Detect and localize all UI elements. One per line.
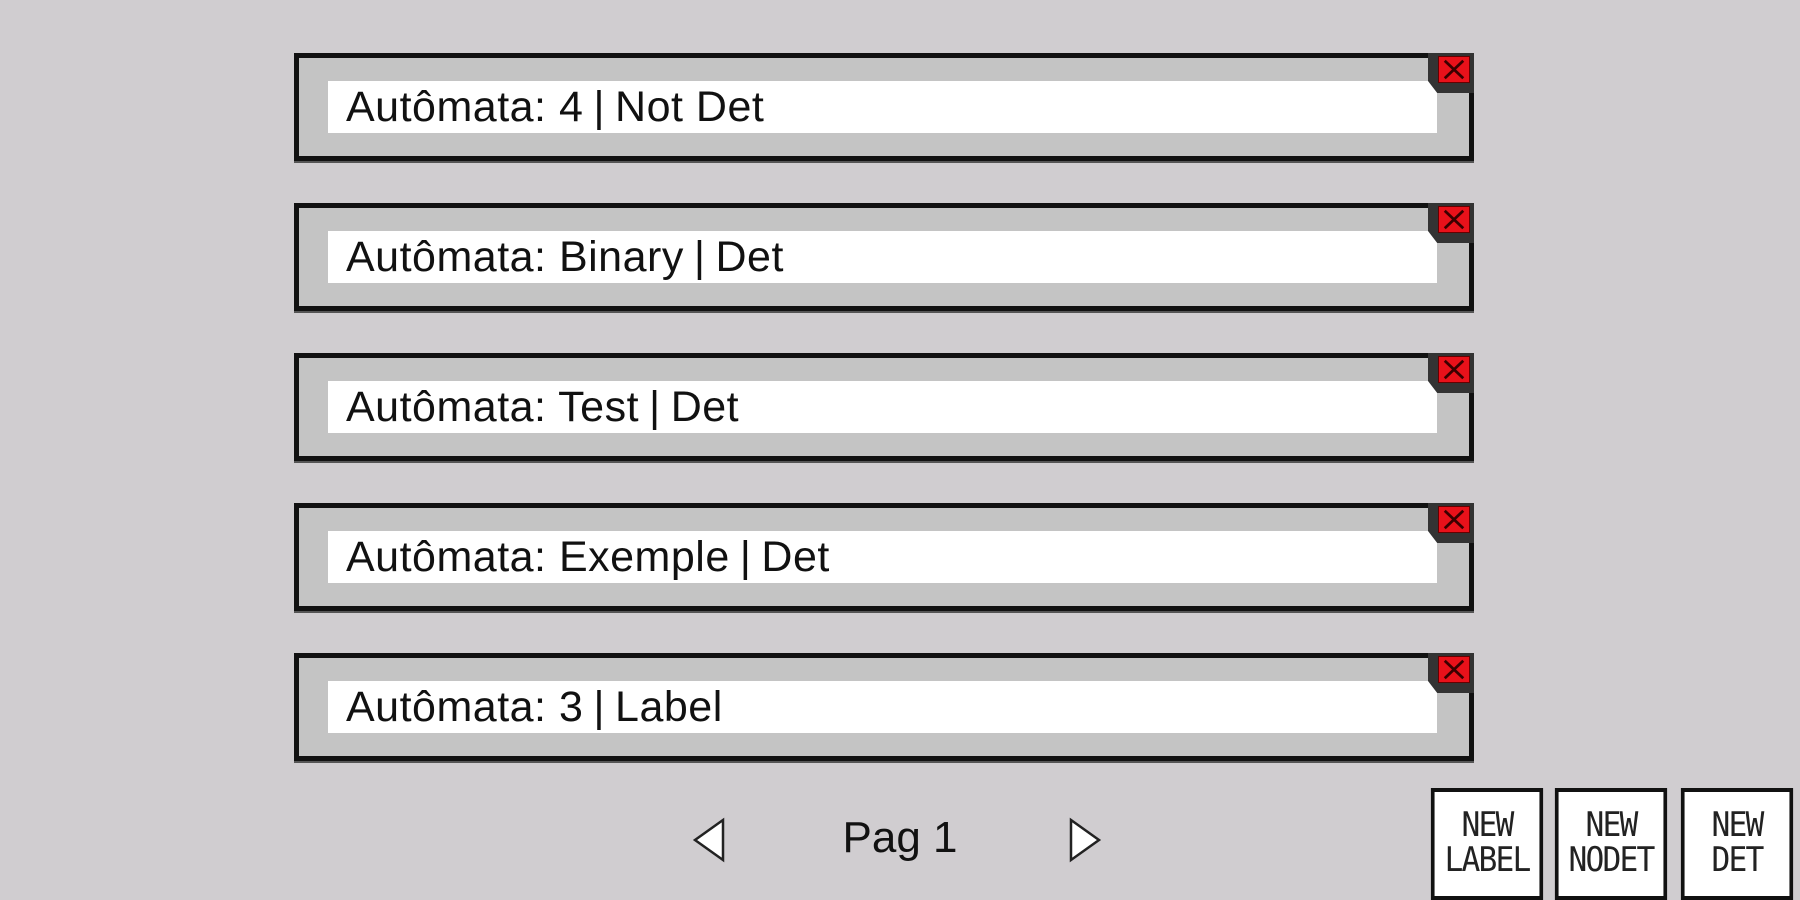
new-nodet-line2: NODET — [1568, 840, 1656, 880]
separator: | — [649, 382, 661, 431]
new-nodet-button[interactable]: NEW NODET — [1554, 788, 1668, 900]
new-det-line2: DET — [1711, 840, 1764, 880]
new-label-line1: NEW — [1461, 805, 1514, 845]
delete-button[interactable] — [1428, 53, 1474, 93]
automaton-type: Label — [615, 682, 723, 731]
next-page-button[interactable] — [1064, 817, 1104, 863]
delete-button[interactable] — [1428, 503, 1474, 543]
new-label-button[interactable]: NEW LABEL — [1430, 788, 1544, 900]
page-label: Pag 1 — [842, 813, 958, 862]
automaton-label: Autômata: Binary — [346, 232, 684, 281]
automaton-item[interactable]: Autômata: Test | Det — [294, 353, 1474, 461]
separator: | — [593, 682, 606, 731]
automaton-type: Not Det — [615, 82, 765, 131]
automaton-label: Autômata: Test — [346, 382, 640, 431]
close-icon — [1438, 206, 1470, 233]
delete-button[interactable] — [1428, 353, 1474, 393]
triangle-right-icon — [1069, 817, 1102, 863]
pagination: Pag 1 — [690, 805, 1110, 875]
new-nodet-line1: NEW — [1585, 805, 1638, 845]
automaton-type: Det — [670, 382, 740, 431]
automaton-name-field[interactable]: Autômata: Exemple | Det — [328, 531, 1437, 583]
close-icon — [1438, 56, 1470, 83]
close-icon — [1438, 656, 1470, 683]
separator: | — [693, 232, 706, 281]
delete-button[interactable] — [1428, 203, 1474, 243]
delete-button[interactable] — [1428, 653, 1474, 693]
automaton-name-field[interactable]: Autômata: 3 | Label — [328, 681, 1437, 733]
automaton-label: Autômata: 4 — [346, 82, 584, 131]
automaton-type: Det — [761, 532, 830, 581]
automaton-type: Det — [715, 232, 784, 281]
automaton-name-field[interactable]: Autômata: Test | Det — [328, 381, 1437, 433]
automaton-label: Autômata: 3 — [346, 682, 584, 731]
automaton-label: Autômata: Exemple — [346, 532, 730, 581]
close-icon — [1438, 356, 1470, 383]
new-det-line1: NEW — [1711, 805, 1764, 845]
close-icon — [1438, 506, 1470, 533]
automaton-item[interactable]: Autômata: Binary | Det — [294, 203, 1474, 311]
automaton-item[interactable]: Autômata: 3 | Label — [294, 653, 1474, 761]
separator: | — [739, 532, 752, 581]
separator: | — [593, 82, 606, 131]
automaton-item[interactable]: Autômata: 4 | Not Det — [294, 53, 1474, 161]
automaton-name-field[interactable]: Autômata: 4 | Not Det — [328, 81, 1437, 133]
new-det-button[interactable]: NEW DET — [1680, 788, 1794, 900]
automaton-item[interactable]: Autômata: Exemple | Det — [294, 503, 1474, 611]
new-label-line2: LABEL — [1444, 840, 1532, 880]
automaton-name-field[interactable]: Autômata: Binary | Det — [328, 231, 1437, 283]
